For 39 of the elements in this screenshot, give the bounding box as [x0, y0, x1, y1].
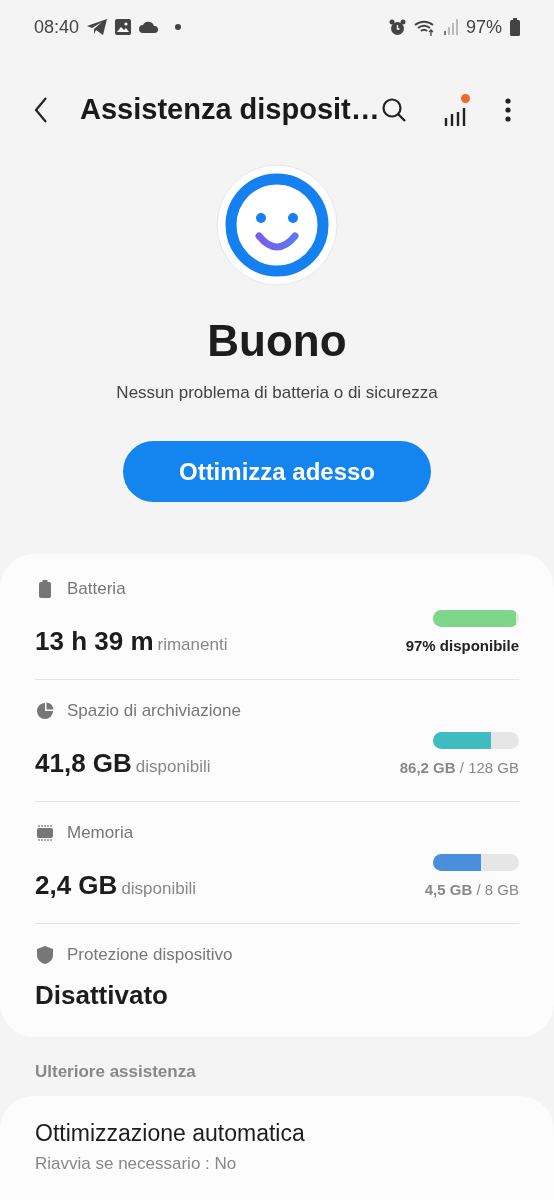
- item-unit: disponibili: [121, 878, 197, 900]
- item-label: Memoria: [67, 822, 134, 844]
- cloud-icon: [139, 21, 160, 33]
- signal-icon: [443, 19, 458, 35]
- item-value: 41,8 GB: [35, 747, 132, 780]
- section-heading: Ulteriore assistenza: [34, 1060, 197, 1083]
- usage-reading: 97% disponibile: [405, 635, 519, 656]
- item-unit: disponibili: [135, 756, 211, 778]
- battery-percentage: 97%: [465, 15, 502, 39]
- stats-button[interactable]: [442, 93, 470, 126]
- status-subtitle: Nessun problema di batteria o di sicurezza: [116, 381, 438, 404]
- optimize-button[interactable]: Ottimizza adesso: [123, 441, 431, 502]
- item-label: Spazio di archiviazione: [67, 700, 241, 722]
- item-value: Disattivato: [35, 978, 168, 1012]
- dot-icon: [175, 24, 182, 30]
- paper-plane-icon: [87, 19, 108, 35]
- usage-reading: 86,2 GB / 128 GB: [399, 757, 519, 778]
- more-options-icon: [505, 97, 511, 122]
- smiley-icon: [216, 163, 338, 286]
- page-title: Assistenza disposit…: [80, 92, 380, 127]
- search-button[interactable]: [380, 95, 408, 124]
- option-subtitle: Riavvia se necessario : No: [35, 1152, 238, 1175]
- item-unit: rimanenti: [157, 634, 228, 656]
- pie-chart-icon: [36, 701, 54, 720]
- alarm-icon: [388, 18, 406, 36]
- usage-reading: 4,5 GB / 8 GB: [424, 879, 519, 900]
- item-label: Batteria: [67, 578, 126, 600]
- status-time: 08:40: [34, 15, 80, 39]
- shield-icon: [37, 945, 53, 964]
- item-label: Protezione dispositivo: [67, 944, 233, 966]
- battery-icon: [39, 579, 51, 598]
- status-title: Buono: [207, 314, 347, 367]
- image-icon: [115, 19, 132, 35]
- option-title[interactable]: Ottimizzazione automatica: [35, 1116, 519, 1151]
- item-value: 13 h 39 m: [35, 625, 154, 658]
- memory-chip-icon: [36, 823, 54, 842]
- wifi-icon: [413, 18, 436, 36]
- battery-status-icon: [510, 18, 520, 36]
- item-value: 2,4 GB: [35, 869, 118, 902]
